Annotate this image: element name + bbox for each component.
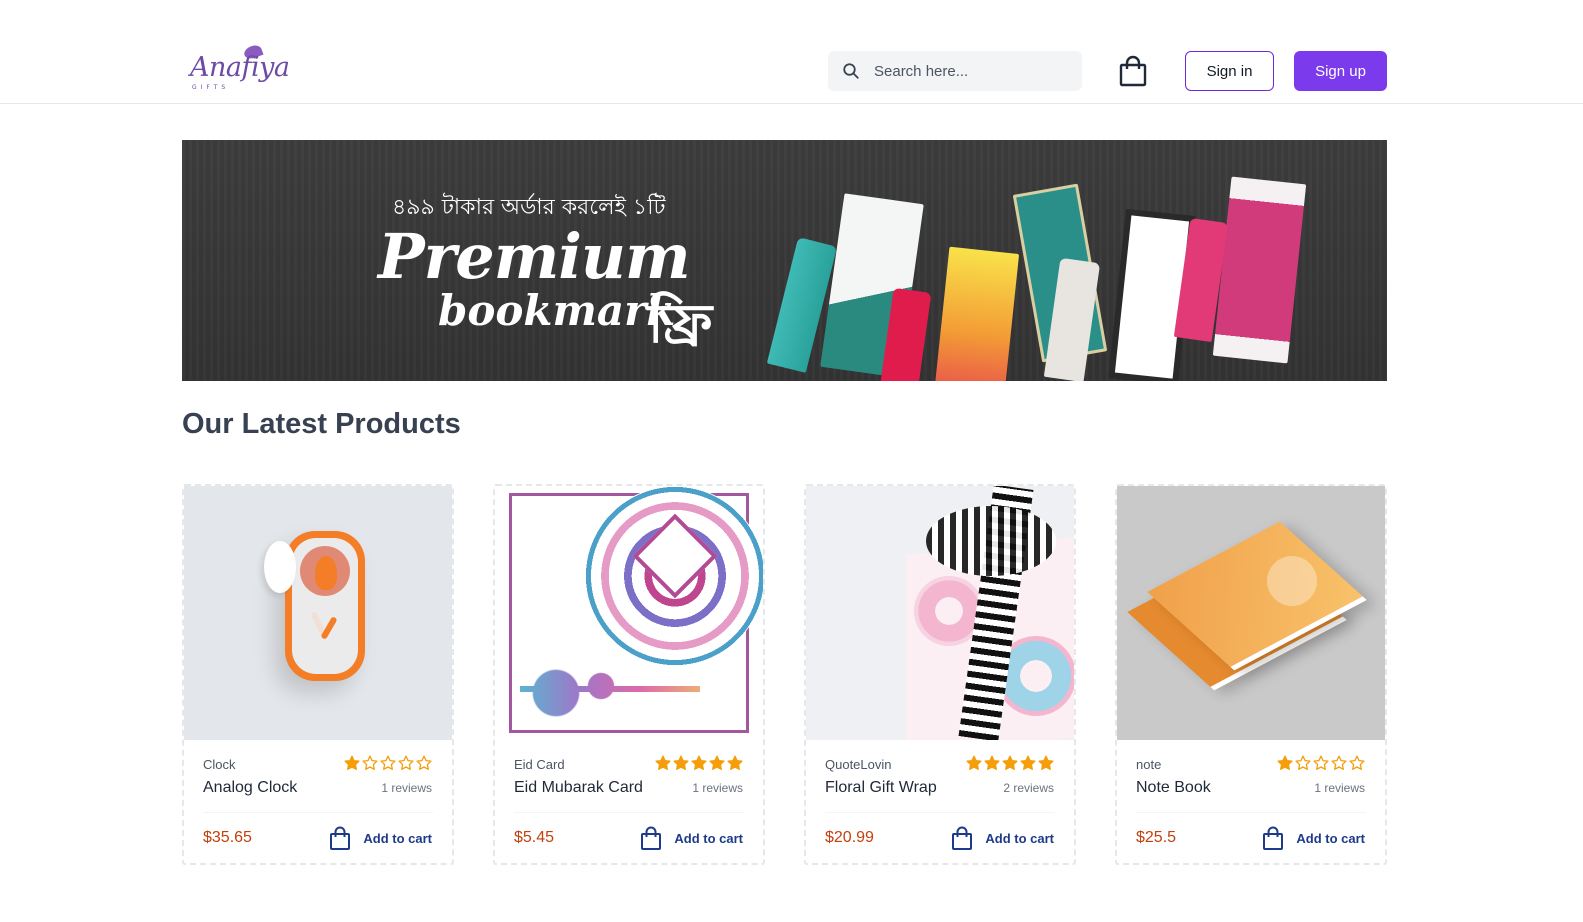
product-image[interactable] [806,486,1074,740]
add-to-cart-label: Add to cart [363,830,432,846]
star-filled-icon [1020,755,1036,770]
add-to-cart-button[interactable]: Add to cart [640,826,743,850]
star-outline-icon [380,755,396,770]
review-count: 1 reviews [692,781,743,795]
product-image[interactable] [495,486,763,740]
divider [1136,812,1366,813]
star-outline-icon [1313,755,1329,770]
product-category[interactable]: Clock [203,757,236,772]
top-navbar: Anafiya GIFTS Sign in Sign up [0,0,1583,104]
rating-stars [966,755,1054,771]
calligraphy [520,651,700,721]
divider [203,812,433,813]
bookmark-yellow [934,246,1020,381]
product-price: $5.45 [514,829,555,846]
clock-door [264,541,296,593]
star-filled-icon [984,755,1000,770]
star-filled-icon [655,755,671,770]
search-icon [843,63,859,79]
logo-subtext: GIFTS [192,84,230,91]
product-title[interactable]: Note Book [1136,779,1211,797]
shopping-bag-icon [952,826,973,850]
ribbon-bow [926,506,1056,576]
add-to-cart-label: Add to cart [1296,830,1365,846]
bookmark-pink [1212,176,1307,364]
star-filled-icon [966,755,982,770]
product-title[interactable]: Eid Mubarak Card [514,779,643,797]
product-title[interactable]: Analog Clock [203,779,297,797]
promo-banner[interactable]: ৪৯৯ টাকার অর্ডার করলেই ১টি Premium bookm… [182,140,1387,381]
product-category[interactable]: note [1136,757,1161,772]
review-count: 1 reviews [381,781,432,795]
product-category[interactable]: QuoteLovin [825,757,892,772]
divider [514,812,744,813]
banner-premium-text: Premium [378,220,691,293]
search-input[interactable] [874,51,1074,91]
add-to-cart-button[interactable]: Add to cart [1262,826,1365,850]
search-box [828,51,1082,91]
star-filled-icon [691,755,707,770]
star-outline-icon [398,755,414,770]
add-to-cart-button[interactable]: Add to cart [951,826,1054,850]
section-title: Our Latest Products [182,408,461,440]
sign-up-button[interactable]: Sign up [1294,51,1387,91]
star-outline-icon [362,755,378,770]
star-filled-icon [709,755,725,770]
star-filled-icon [673,755,689,770]
review-count: 1 reviews [1314,781,1365,795]
star-filled-icon [727,755,743,770]
product-card[interactable]: Clock Analog Clock 1 reviews $35.65 Add … [182,484,454,865]
star-filled-icon [1277,755,1293,770]
product-title[interactable]: Floral Gift Wrap [825,779,937,797]
product-price: $35.65 [203,829,252,846]
star-outline-icon [1331,755,1347,770]
logo[interactable]: Anafiya GIFTS [188,43,290,94]
banner-bookmark-text: bookmark [438,286,676,335]
star-outline-icon [1295,755,1311,770]
product-image[interactable] [1117,486,1385,740]
logo-text: Anafiya [190,52,290,83]
rating-stars [1277,755,1365,771]
shopping-bag-icon [1263,826,1284,850]
rating-stars [344,755,432,771]
product-card[interactable]: QuoteLovin Floral Gift Wrap 2 reviews $2… [804,484,1076,865]
add-to-cart-label: Add to cart [985,830,1054,846]
star-filled-icon [1038,755,1054,770]
clock-bird [315,556,337,590]
product-card[interactable]: Eid Card Eid Mubarak Card 1 reviews $5.4… [493,484,765,865]
product-price: $25.5 [1136,829,1177,846]
star-outline-icon [416,755,432,770]
product-price: $20.99 [825,829,874,846]
star-filled-icon [1002,755,1018,770]
sign-in-button[interactable]: Sign in [1185,51,1274,91]
banner-free-text: ফ্রি [648,292,713,355]
shopping-bag-icon [641,826,662,850]
notebook-label [1267,556,1317,606]
product-card[interactable]: note Note Book 1 reviews $25.5 Add to ca… [1115,484,1387,865]
rating-stars [655,755,743,771]
star-outline-icon [1349,755,1365,770]
add-to-cart-label: Add to cart [674,830,743,846]
shopping-bag-icon [330,826,351,850]
divider [825,812,1055,813]
product-category[interactable]: Eid Card [514,757,565,772]
review-count: 2 reviews [1003,781,1054,795]
shopping-bag-icon[interactable] [1118,55,1148,87]
product-image[interactable] [184,486,452,740]
add-to-cart-button[interactable]: Add to cart [329,826,432,850]
star-filled-icon [344,755,360,770]
